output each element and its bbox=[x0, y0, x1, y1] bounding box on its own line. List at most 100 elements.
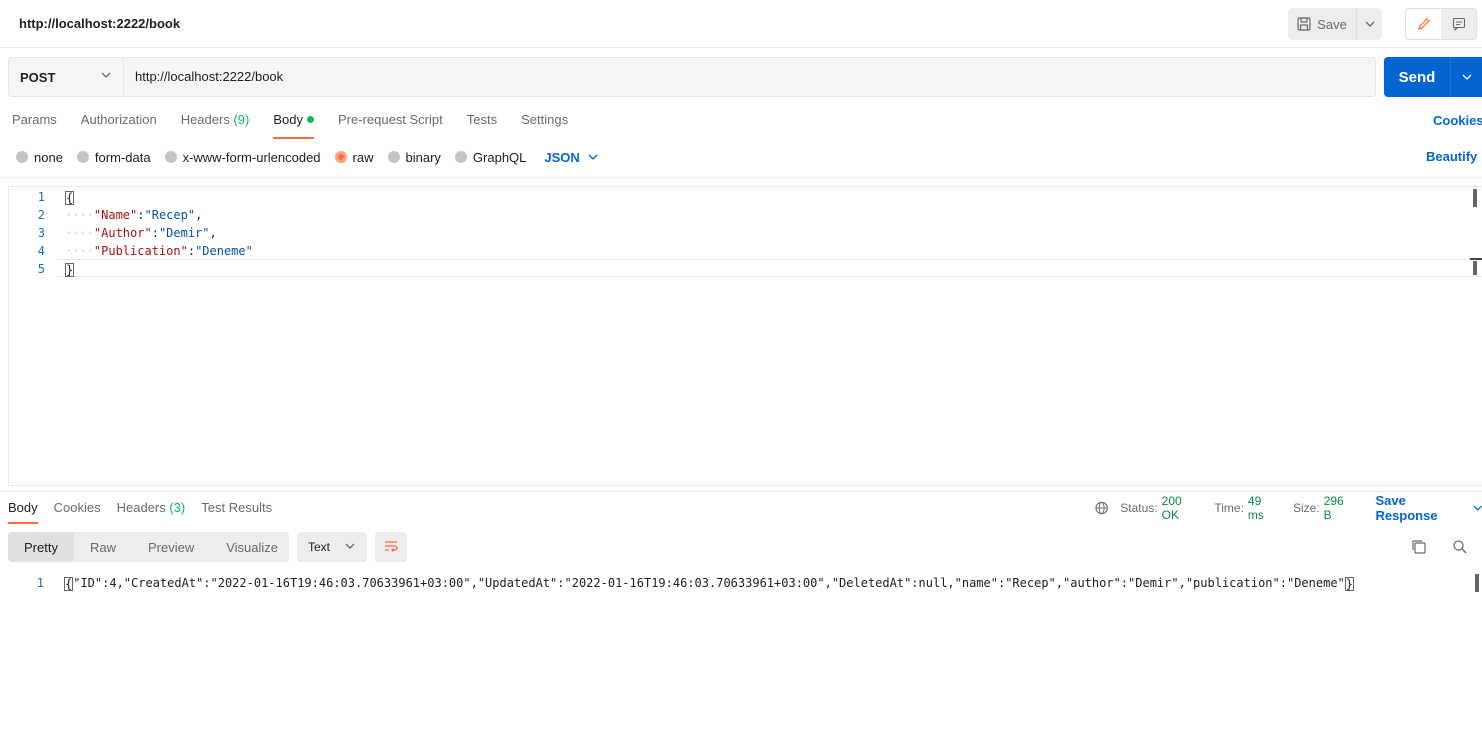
send-options-button[interactable] bbox=[1450, 57, 1482, 97]
json-punct: , bbox=[209, 226, 217, 240]
copy-button[interactable] bbox=[1410, 538, 1428, 556]
view-mode-toggle bbox=[1405, 8, 1477, 40]
radio-button[interactable] bbox=[16, 151, 28, 163]
body-mode-raw[interactable]: raw bbox=[334, 150, 374, 165]
response-tab-test-results[interactable]: Test Results bbox=[201, 500, 272, 524]
view-pretty[interactable]: Pretty bbox=[8, 532, 74, 562]
size-value[interactable]: 296 B bbox=[1324, 494, 1354, 522]
response-meta: Status: 200 OK Time: 49 ms Size: 296 B S… bbox=[1095, 493, 1482, 523]
tab-label: Authorization bbox=[80, 112, 157, 127]
request-body-editor[interactable]: 1 { 2 ····"Name":"Recep", 3 ····"Author"… bbox=[8, 186, 1482, 486]
radio-button[interactable] bbox=[454, 151, 467, 163]
tab-authorization[interactable]: Authorization bbox=[81, 112, 157, 138]
json-value: "Recep" bbox=[144, 208, 196, 222]
wrap-lines-icon bbox=[385, 541, 398, 552]
response-tab-body[interactable]: Body bbox=[8, 500, 38, 524]
chevron-down-icon bbox=[1462, 74, 1471, 80]
edit-mode-button[interactable] bbox=[1406, 9, 1441, 39]
tab-label: Body bbox=[273, 112, 303, 127]
send-button[interactable]: Send bbox=[1384, 57, 1450, 97]
time-value[interactable]: 49 ms bbox=[1248, 494, 1279, 522]
json-value: "Demir" bbox=[158, 226, 210, 240]
tab-params[interactable]: Params bbox=[12, 112, 57, 138]
code-line: 5 } bbox=[9, 260, 1469, 278]
response-divider[interactable] bbox=[0, 491, 1482, 492]
json-value: "Deneme" bbox=[195, 244, 253, 258]
tab-tests[interactable]: Tests bbox=[467, 112, 497, 138]
scrollbar-thumb[interactable] bbox=[1475, 574, 1479, 592]
copy-icon bbox=[1412, 540, 1426, 554]
bracket-match: { bbox=[64, 576, 74, 591]
line-number: 2 bbox=[37, 208, 45, 222]
tab-label: Body bbox=[8, 500, 38, 515]
code-line: 3 ····"Author":"Demir", bbox=[9, 224, 1469, 242]
save-group: Save bbox=[1288, 8, 1382, 40]
tab-pre-request-script[interactable]: Pre-request Script bbox=[338, 112, 443, 138]
send-group: Send bbox=[1384, 57, 1482, 97]
response-format-select[interactable]: Text bbox=[297, 532, 367, 562]
comments-button[interactable] bbox=[1441, 9, 1476, 39]
body-mode-form-data[interactable]: form-data bbox=[76, 149, 151, 165]
radio-label: form-data bbox=[94, 149, 151, 165]
response-body-line[interactable]: 1 {"ID":4,"CreatedAt":"2022-01-16T19:46:… bbox=[0, 574, 1470, 592]
title-bar: http://localhost:2222/book Save bbox=[0, 0, 1482, 48]
method-select[interactable]: POST bbox=[9, 58, 124, 96]
body-mode-binary[interactable]: binary bbox=[387, 149, 441, 165]
tab-headers[interactable]: Headers (9) bbox=[181, 112, 250, 138]
status-value[interactable]: 200 OK bbox=[1162, 494, 1201, 522]
body-mode-none[interactable]: none bbox=[16, 150, 63, 165]
bracket-match: } bbox=[1344, 576, 1354, 591]
search-button[interactable] bbox=[1451, 538, 1469, 556]
body-mode-graphql[interactable]: GraphQL bbox=[454, 150, 526, 165]
floppy-disk-icon bbox=[1297, 17, 1311, 31]
save-response-label: Save Response bbox=[1375, 493, 1438, 523]
radio-button-selected[interactable] bbox=[334, 151, 347, 163]
view-visualize[interactable]: Visualize bbox=[210, 532, 294, 562]
tab-body[interactable]: Body bbox=[273, 112, 314, 139]
chevron-down-icon bbox=[101, 72, 111, 78]
scrollbar-thumb[interactable] bbox=[1473, 261, 1477, 275]
scrollbar-thumb[interactable] bbox=[1473, 189, 1477, 207]
save-options-button[interactable] bbox=[1356, 8, 1382, 40]
tab-label: Tests bbox=[466, 112, 498, 127]
request-title[interactable]: http://localhost:2222/book bbox=[19, 16, 180, 31]
body-indicator-dot bbox=[306, 116, 314, 123]
url-input[interactable] bbox=[135, 69, 1335, 84]
response-tab-cookies[interactable]: Cookies bbox=[54, 500, 101, 524]
globe-icon[interactable] bbox=[1095, 501, 1108, 515]
bracket-match: { bbox=[65, 190, 75, 205]
pencil-icon bbox=[1417, 18, 1430, 30]
code-line: 4 ····"Publication":"Deneme" bbox=[9, 242, 1469, 260]
radio-button[interactable] bbox=[76, 151, 89, 163]
radio-label: binary bbox=[405, 149, 441, 165]
response-body-text: "ID":4,"CreatedAt":"2022-01-16T19:46:03.… bbox=[73, 576, 1345, 590]
view-preview[interactable]: Preview bbox=[132, 532, 210, 562]
bracket-match: } bbox=[65, 262, 75, 277]
body-mode-urlencoded[interactable]: x-www-form-urlencoded bbox=[164, 150, 321, 165]
wrap-lines-button[interactable] bbox=[375, 532, 407, 562]
chevron-down-icon bbox=[588, 154, 598, 160]
radio-button[interactable] bbox=[387, 151, 400, 163]
time-label: Time: bbox=[1214, 501, 1244, 515]
tab-label: Headers bbox=[116, 500, 166, 515]
radio-button[interactable] bbox=[164, 151, 177, 163]
response-tab-headers[interactable]: Headers (3) bbox=[117, 500, 186, 524]
save-button[interactable]: Save bbox=[1288, 8, 1356, 40]
chevron-down-icon bbox=[1365, 21, 1374, 27]
divider bbox=[0, 177, 1482, 178]
cookies-link[interactable]: Cookies bbox=[1433, 113, 1482, 128]
beautify-link[interactable]: Beautify bbox=[1426, 149, 1477, 164]
scrollbar-marker bbox=[1470, 258, 1482, 260]
method-label: POST bbox=[20, 69, 56, 85]
save-response-button[interactable]: Save Response bbox=[1375, 493, 1482, 523]
code-line: 2 ····"Name":"Recep", bbox=[9, 206, 1469, 224]
chevron-down-icon bbox=[1473, 505, 1482, 511]
tab-label: Settings bbox=[521, 112, 569, 127]
tab-settings[interactable]: Settings bbox=[521, 112, 568, 138]
view-raw[interactable]: Raw bbox=[74, 532, 132, 562]
code-line: 1 { bbox=[9, 188, 1469, 206]
headers-count: (3) bbox=[169, 500, 186, 515]
language-select[interactable]: JSON bbox=[544, 149, 598, 165]
language-label: JSON bbox=[544, 149, 580, 165]
save-label: Save bbox=[1317, 16, 1347, 32]
